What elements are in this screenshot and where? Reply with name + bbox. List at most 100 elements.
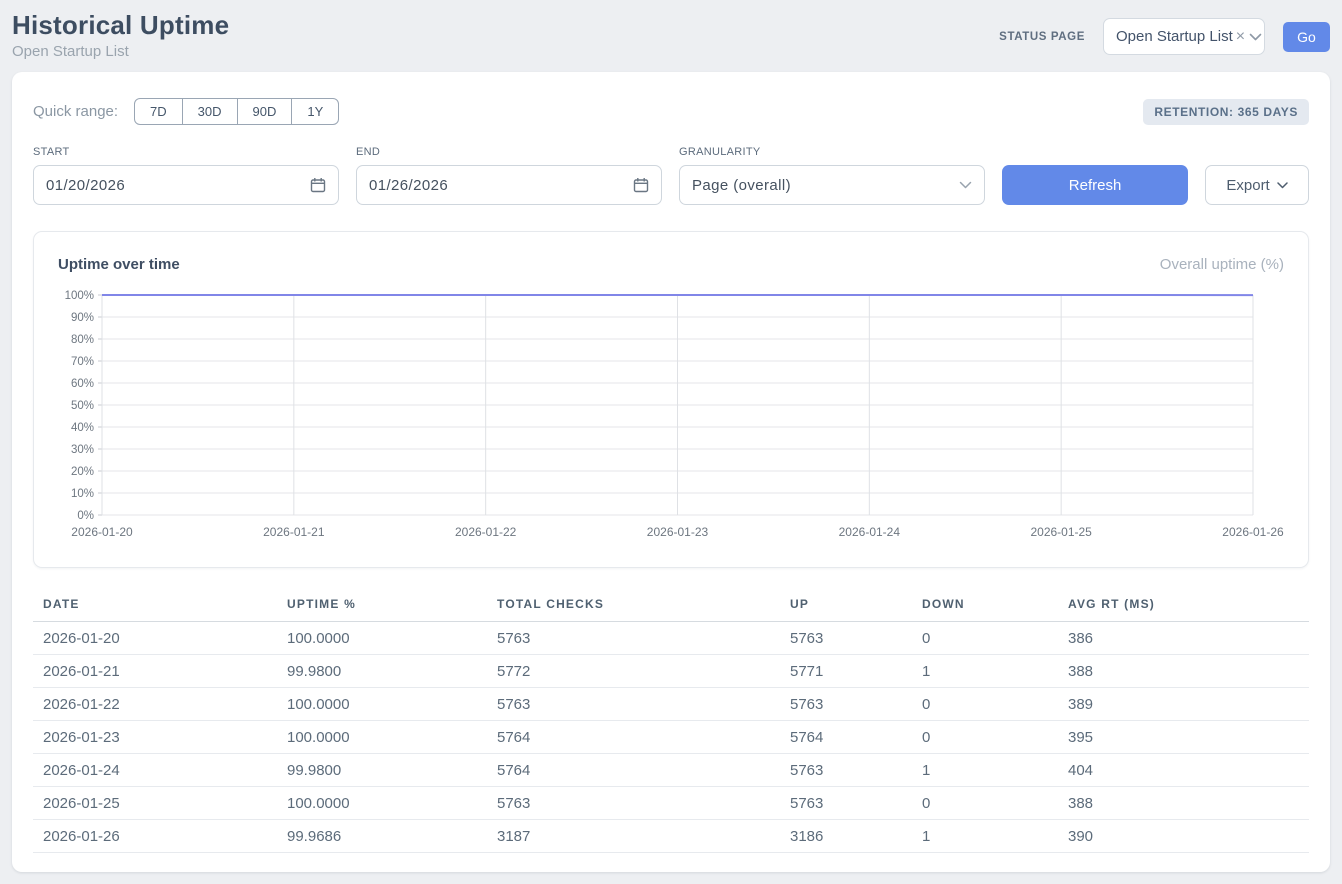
table-header-cell: UPTIME % xyxy=(277,591,487,622)
status-page-select[interactable]: Open Startup List × xyxy=(1103,18,1265,55)
table-cell: 0 xyxy=(912,622,1058,655)
granularity-select[interactable]: Page (overall) xyxy=(679,165,985,205)
start-field-label: START xyxy=(33,146,339,158)
uptime-line-chart: 100%90%80%70%60%50%40%30%20%10%0%2026-01… xyxy=(58,285,1286,545)
table-cell: 0 xyxy=(912,787,1058,820)
table-cell: 388 xyxy=(1058,655,1309,688)
table-header-row: DATEUPTIME %TOTAL CHECKSUPDOWNAVG RT (MS… xyxy=(33,591,1309,622)
table-cell: 5771 xyxy=(780,655,912,688)
table-cell: 2026-01-20 xyxy=(33,622,277,655)
y-axis-tick-label: 0% xyxy=(77,510,94,522)
refresh-button[interactable]: Refresh xyxy=(1002,165,1188,205)
y-axis-tick-label: 30% xyxy=(71,444,94,456)
granularity-label: GRANULARITY xyxy=(679,146,985,158)
table-cell: 389 xyxy=(1058,688,1309,721)
table-cell: 2026-01-21 xyxy=(33,655,277,688)
table-cell: 3187 xyxy=(487,820,780,853)
quick-range-row: Quick range: 7D30D90D1Y RETENTION: 365 D… xyxy=(33,98,1309,125)
start-date-input[interactable]: 01/20/2026 xyxy=(33,165,339,205)
status-page-selected-value: Open Startup List xyxy=(1116,28,1233,45)
table-header-cell: TOTAL CHECKS xyxy=(487,591,780,622)
table-cell: 386 xyxy=(1058,622,1309,655)
y-axis-tick-label: 10% xyxy=(71,488,94,500)
table-cell: 99.9800 xyxy=(277,754,487,787)
page-title: Historical Uptime xyxy=(12,10,229,41)
table-cell: 100.0000 xyxy=(277,721,487,754)
y-axis-tick-label: 70% xyxy=(71,356,94,368)
chart-title: Uptime over time xyxy=(58,256,180,273)
controls-row: START 01/20/2026 END 01/26/2026 GRANULAR… xyxy=(33,146,1309,205)
y-axis-tick-label: 40% xyxy=(71,422,94,434)
table-cell: 5764 xyxy=(780,721,912,754)
x-axis-tick-label: 2026-01-25 xyxy=(1030,525,1092,539)
table-cell: 5763 xyxy=(487,787,780,820)
x-axis-tick-label: 2026-01-24 xyxy=(839,525,901,539)
end-date-input[interactable]: 01/26/2026 xyxy=(356,165,662,205)
table-cell: 0 xyxy=(912,688,1058,721)
quick-range-group: 7D30D90D1Y xyxy=(134,98,339,125)
table-cell: 5763 xyxy=(487,622,780,655)
x-axis-tick-label: 2026-01-21 xyxy=(263,525,325,539)
y-axis-tick-label: 50% xyxy=(71,400,94,412)
table-row: 2026-01-25100.0000576357630388 xyxy=(33,787,1309,820)
table-cell: 100.0000 xyxy=(277,688,487,721)
chart-card: Uptime over time Overall uptime (%) 100%… xyxy=(33,231,1309,568)
table-row: 2026-01-23100.0000576457640395 xyxy=(33,721,1309,754)
uptime-table-body: 2026-01-20100.00005763576303862026-01-21… xyxy=(33,622,1309,853)
table-cell: 388 xyxy=(1058,787,1309,820)
y-axis-tick-label: 90% xyxy=(71,312,94,324)
quick-range-button-1y[interactable]: 1Y xyxy=(291,98,339,125)
table-cell: 404 xyxy=(1058,754,1309,787)
status-page-label: STATUS PAGE xyxy=(999,31,1085,43)
table-cell: 395 xyxy=(1058,721,1309,754)
table-cell: 5763 xyxy=(780,688,912,721)
table-cell: 3186 xyxy=(780,820,912,853)
top-header: Historical Uptime Open Startup List STAT… xyxy=(0,0,1342,72)
clear-icon[interactable]: × xyxy=(1236,29,1245,45)
uptime-table-head: DATEUPTIME %TOTAL CHECKSUPDOWNAVG RT (MS… xyxy=(33,591,1309,622)
x-axis-tick-label: 2026-01-23 xyxy=(647,525,709,539)
table-row: 2026-01-2499.9800576457631404 xyxy=(33,754,1309,787)
table-cell: 99.9686 xyxy=(277,820,487,853)
main-panel: Quick range: 7D30D90D1Y RETENTION: 365 D… xyxy=(12,72,1330,872)
table-cell: 2026-01-23 xyxy=(33,721,277,754)
chevron-down-icon xyxy=(1277,182,1288,189)
retention-badge: RETENTION: 365 DAYS xyxy=(1143,99,1309,125)
end-field: END 01/26/2026 xyxy=(356,146,662,205)
table-cell: 5764 xyxy=(487,721,780,754)
title-block: Historical Uptime Open Startup List xyxy=(12,10,229,60)
table-cell: 1 xyxy=(912,655,1058,688)
table-cell: 390 xyxy=(1058,820,1309,853)
table-cell: 5763 xyxy=(780,622,912,655)
quick-range-label: Quick range: xyxy=(33,103,118,120)
table-cell: 1 xyxy=(912,754,1058,787)
end-date-value: 01/26/2026 xyxy=(369,177,448,194)
table-row: 2026-01-2699.9686318731861390 xyxy=(33,820,1309,853)
calendar-icon[interactable] xyxy=(633,177,649,193)
quick-range-button-7d[interactable]: 7D xyxy=(134,98,183,125)
start-field: START 01/20/2026 xyxy=(33,146,339,205)
table-row: 2026-01-22100.0000576357630389 xyxy=(33,688,1309,721)
x-axis-tick-label: 2026-01-22 xyxy=(455,525,517,539)
page-subtitle: Open Startup List xyxy=(12,43,229,60)
table-cell: 99.9800 xyxy=(277,655,487,688)
y-axis-tick-label: 20% xyxy=(71,466,94,478)
table-cell: 2026-01-24 xyxy=(33,754,277,787)
uptime-table: DATEUPTIME %TOTAL CHECKSUPDOWNAVG RT (MS… xyxy=(33,591,1309,853)
chart-area: 100%90%80%70%60%50%40%30%20%10%0%2026-01… xyxy=(58,285,1284,550)
granularity-selected-value: Page (overall) xyxy=(692,177,791,194)
granularity-field: GRANULARITY Page (overall) xyxy=(679,146,985,205)
y-axis-tick-label: 80% xyxy=(71,334,94,346)
quick-range-button-30d[interactable]: 30D xyxy=(182,98,238,125)
calendar-icon[interactable] xyxy=(310,177,326,193)
header-right: STATUS PAGE Open Startup List × Go xyxy=(999,18,1330,55)
go-button[interactable]: Go xyxy=(1283,22,1330,52)
table-row: 2026-01-20100.0000576357630386 xyxy=(33,622,1309,655)
x-axis-tick-label: 2026-01-26 xyxy=(1222,525,1284,539)
table-header-cell: DOWN xyxy=(912,591,1058,622)
export-button[interactable]: Export xyxy=(1205,165,1309,205)
table-cell: 0 xyxy=(912,721,1058,754)
table-header-cell: UP xyxy=(780,591,912,622)
quick-range-button-90d[interactable]: 90D xyxy=(237,98,293,125)
table-cell: 1 xyxy=(912,820,1058,853)
